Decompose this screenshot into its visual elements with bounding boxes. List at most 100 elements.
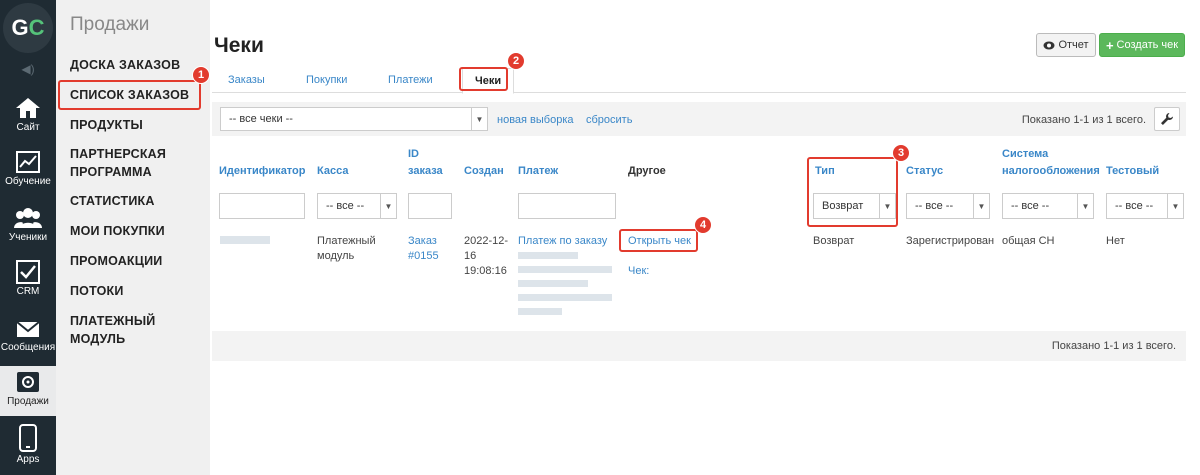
sound-icon[interactable]: ◀) [0,58,56,80]
phone-icon [19,424,37,452]
rail-item-messages[interactable]: Сообщения [0,314,56,370]
row-created-line2: 16 [464,250,477,262]
filter-test-select[interactable]: -- все -- ▼ [1106,193,1184,219]
shown-count-bottom: Показано 1-1 из 1 всего. [1051,340,1176,352]
filter-tax-value: -- все -- [1011,200,1050,212]
rail-label: CRM [16,286,40,297]
main-content: Чеки Отчет + Создать чек Заказы Покупки … [210,0,1200,475]
rail-item-site[interactable]: Сайт [0,92,56,148]
filter-id-input[interactable] [219,193,305,219]
logo-letter: C [28,15,45,40]
checks-filter-select[interactable]: -- все чеки -- ▼ [220,107,488,131]
logo-text: GC [11,15,45,40]
menu-item-statistics[interactable]: СТАТИСТИКА [70,192,155,210]
filter-order-id-input[interactable] [408,193,452,219]
row-test: Нет [1106,235,1125,247]
rail-item-crm[interactable]: CRM [0,256,56,312]
getcourse-logo[interactable]: GC [3,3,53,53]
report-button[interactable]: Отчет [1036,33,1096,57]
filter-tax-select[interactable]: -- все -- ▼ [1002,193,1094,219]
mail-icon [16,321,40,337]
row-order-link[interactable]: Заказ #0155 [408,234,439,264]
app-rail: GC ◀) Сайт Обучение Ученики CRM Сообщени… [0,0,56,475]
checks-filter-value: -- все чеки -- [229,113,293,125]
plus-icon: + [1105,37,1114,53]
home-icon [16,98,40,118]
col-header-kassa[interactable]: Касса [317,163,348,180]
tab-orders[interactable]: Заказы [228,74,265,86]
step-badge-1: 1 [192,66,210,84]
chevron-down-icon: ▼ [1167,194,1183,218]
row-status: Зарегистрирован [906,235,995,247]
col-header-test[interactable]: Тестовый [1106,163,1159,180]
redacted-payment-5 [518,308,562,315]
col-header-id[interactable]: Идентификатор [219,163,306,180]
chevron-down-icon: ▼ [471,108,487,130]
create-check-button[interactable]: + Создать чек [1099,33,1185,57]
col-header-order-id-line1: ID [408,148,419,160]
rail-item-learning[interactable]: Обучение [0,146,56,202]
step-badge-4: 4 [694,216,712,234]
row-tax: общая СН [1002,235,1055,247]
menu-item-order-board[interactable]: ДОСКА ЗАКАЗОВ [70,56,180,74]
rail-label: Обучение [5,176,51,187]
col-header-payment[interactable]: Платеж [518,163,558,180]
tab-bar: Заказы Покупки Платежи Чеки [212,68,1186,94]
col-header-order-id-line2: заказа [408,165,443,177]
menu-item-payment-module[interactable]: ПЛАТЕЖНЫЙ МОДУЛЬ [70,312,210,348]
reset-link[interactable]: сбросить [586,114,632,126]
row-payment-link[interactable]: Платеж по заказу [518,234,607,249]
menu-item-streams[interactable]: ПОТОКИ [70,282,124,300]
section-menu: Продажи ДОСКА ЗАКАЗОВ СПИСОК ЗАКАЗОВ ПРО… [56,0,210,475]
menu-item-promo[interactable]: ПРОМОАКЦИИ [70,252,162,270]
menu-title: Продажи [70,14,150,35]
filter-payment-input[interactable] [518,193,616,219]
chart-icon [16,151,40,173]
chevron-down-icon: ▼ [380,194,396,218]
settings-button[interactable] [1154,107,1180,131]
filter-status-select[interactable]: -- все -- ▼ [906,193,990,219]
step-badge-3: 3 [892,144,910,162]
filter-status-value: -- все -- [915,200,954,212]
redacted-payment-2 [518,266,612,273]
rail-label: Apps [16,454,40,465]
row-order-line1: Заказ [408,235,437,247]
tab-purchases[interactable]: Покупки [306,74,347,86]
check-link[interactable]: Чек: [628,264,649,279]
menu-item-products[interactable]: ПРОДУКТЫ [70,116,143,134]
filter-bar: -- все чеки -- ▼ новая выборка сбросить … [212,102,1186,136]
new-selection-link[interactable]: новая выборка [497,114,574,126]
redacted-payment-4 [518,294,612,301]
row-kassa: Платежный модуль [317,234,376,264]
rail-item-sales[interactable]: Продажи [0,366,56,416]
chevron-down-icon: ▼ [973,194,989,218]
col-header-order-id[interactable]: ID заказа [408,146,443,180]
filter-test-value: -- все -- [1115,200,1154,212]
row-kassa-line1: Платежный [317,235,376,247]
create-button-label: Создать чек [1116,39,1179,51]
highlight-box-3 [807,157,898,227]
users-icon [14,208,42,228]
redacted-payment-1 [518,252,578,259]
rail-item-apps[interactable]: Apps [0,420,56,475]
rail-item-students[interactable]: Ученики [0,202,56,258]
row-kassa-line2: модуль [317,250,355,262]
row-created: 2022-12- 16 19:08:16 [464,234,508,279]
menu-item-my-purchases[interactable]: МОИ ПОКУПКИ [70,222,165,240]
highlight-box-1 [58,80,201,110]
filter-kassa-value: -- все -- [326,200,365,212]
menu-item-partner-program[interactable]: ПАРТНЕРСКАЯ ПРОГРАММА [70,145,200,181]
filter-kassa-select[interactable]: -- все -- ▼ [317,193,397,219]
safe-icon [17,372,39,392]
row-created-line1: 2022-12- [464,235,509,247]
col-header-tax[interactable]: Система налогообложения [1002,146,1100,180]
highlight-box-2 [459,67,508,91]
col-header-tax-line1: Система [1002,148,1049,160]
rail-label: Ученики [8,232,48,243]
wrench-icon [1161,113,1173,125]
col-header-status[interactable]: Статус [906,163,943,180]
tab-payments[interactable]: Платежи [388,74,433,86]
col-header-tax-line2: налогообложения [1002,165,1100,177]
shown-count-top: Показано 1-1 из 1 всего. [1021,114,1146,126]
col-header-created[interactable]: Создан [464,163,504,180]
